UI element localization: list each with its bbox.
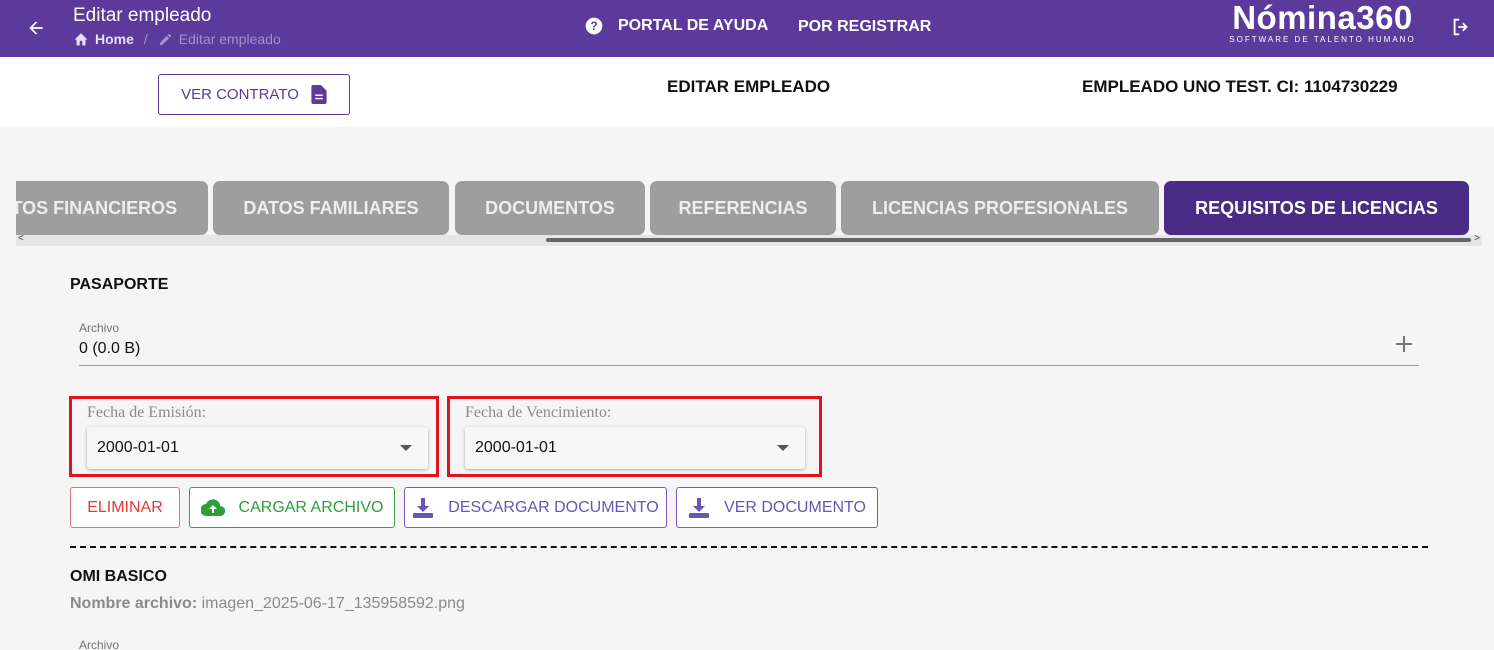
add-file-icon[interactable]	[1393, 333, 1415, 355]
tab-professional-licenses[interactable]: LICENCIAS PROFESIONALES	[841, 181, 1159, 235]
emission-date-label: Fecha de Emisión:	[87, 404, 207, 421]
expiry-date-value: 2000-01-01	[475, 439, 557, 456]
home-icon	[74, 33, 88, 46]
file-field-value: 0 (0.0 B)	[79, 340, 141, 357]
file-field-underline	[79, 365, 1419, 366]
download-document-button[interactable]: DESCARGAR DOCUMENTO	[404, 487, 667, 528]
chevron-down-icon	[400, 445, 412, 451]
view-contract-label: VER CONTRATO	[181, 86, 299, 103]
emission-date-highlight: Fecha de Emisión: 2000-01-01	[69, 396, 439, 477]
logo-tagline: SOFTWARE DE TALENTO HUMANO	[1229, 35, 1416, 44]
upload-file-button[interactable]: CARGAR ARCHIVO	[189, 487, 395, 528]
download-icon	[413, 497, 434, 518]
logout-button[interactable]	[1450, 16, 1474, 40]
scroll-right-icon[interactable]: >	[1474, 233, 1480, 244]
download-document-label: DESCARGAR DOCUMENTO	[448, 498, 659, 516]
breadcrumb-home-link[interactable]: Home	[95, 31, 134, 47]
help-circle-icon: ?	[585, 17, 603, 35]
help-portal-label: PORTAL DE AYUDA	[618, 17, 769, 34]
section-heading: EDITAR EMPLEADO	[667, 77, 831, 96]
omi-filename: Nombre archivo: imagen_2025-06-17_135958…	[70, 595, 465, 613]
tab-documents[interactable]: DOCUMENTOS	[455, 181, 645, 235]
file-field-label: Archivo	[79, 321, 120, 335]
pencil-icon	[159, 33, 171, 45]
logo-name: Nómina360	[1232, 0, 1413, 36]
chevron-down-icon	[777, 445, 789, 451]
employee-tabs: DATOS FINANCIEROS DATOS FAMILIARES DOCUM…	[16, 181, 1482, 235]
view-document-label: VER DOCUMENTO	[724, 498, 866, 516]
emission-date-select[interactable]: 2000-01-01	[87, 427, 428, 469]
breadcrumb-current: Editar empleado	[178, 31, 281, 47]
employee-info: EMPLEADO UNO TEST. CI: 1104730229	[1082, 77, 1398, 96]
delete-label: ELIMINAR	[87, 498, 163, 516]
top-app-bar: Editar empleado Home / Editar empleado ?…	[0, 0, 1494, 57]
view-document-button[interactable]: VER DOCUMENTO	[676, 487, 878, 528]
filename-value: imagen_2025-06-17_135958592.png	[201, 595, 465, 612]
delete-button[interactable]: ELIMINAR	[70, 487, 180, 528]
cloud-upload-icon	[200, 498, 225, 516]
breadcrumb: Home / Editar empleado	[73, 31, 281, 47]
omi-section-title: OMI BASICO	[70, 568, 167, 585]
tab-family-data[interactable]: DATOS FAMILIARES	[213, 181, 449, 235]
logout-icon	[1453, 18, 1468, 36]
svg-text:?: ?	[590, 20, 597, 33]
emission-date-value: 2000-01-01	[97, 439, 179, 456]
view-contract-button[interactable]: VER CONTRATO	[158, 74, 350, 115]
back-button[interactable]	[22, 14, 50, 42]
expiry-date-label: Fecha de Vencimiento:	[465, 404, 612, 421]
omi-file-field[interactable]: Archivo	[79, 638, 1419, 650]
brand-logo: Nómina360 SOFTWARE DE TALENTO HUMANO	[1220, 0, 1425, 44]
filename-label: Nombre archivo:	[70, 595, 198, 612]
help-portal-link[interactable]: ? PORTAL DE AYUDA	[584, 16, 768, 36]
tab-license-requirements[interactable]: REQUISITOS DE LICENCIAS	[1164, 181, 1469, 235]
employee-header: VER CONTRATO EDITAR EMPLEADO EMPLEADO UN…	[0, 57, 1494, 127]
file-field-label: Archivo	[79, 638, 120, 650]
upload-file-label: CARGAR ARCHIVO	[238, 498, 384, 516]
tab-financial-data[interactable]: DATOS FINANCIEROS	[16, 181, 208, 235]
tabs-scrollbar[interactable]: < >	[16, 233, 1482, 246]
breadcrumb-separator: /	[143, 31, 148, 47]
download-icon	[689, 497, 710, 518]
pending-registration-link[interactable]: POR REGISTRAR	[798, 18, 931, 36]
document-icon	[311, 85, 327, 104]
section-divider	[70, 546, 1428, 548]
expiry-date-select[interactable]: 2000-01-01	[465, 427, 805, 469]
tab-references[interactable]: REFERENCIAS	[650, 181, 836, 235]
scroll-left-icon[interactable]: <	[18, 233, 24, 244]
scrollbar-thumb[interactable]	[546, 238, 1471, 242]
expiry-date-highlight: Fecha de Vencimiento: 2000-01-01	[447, 396, 822, 477]
passport-section-title: PASAPORTE	[70, 276, 169, 293]
page-title: Editar empleado	[73, 5, 212, 26]
passport-file-field[interactable]: Archivo 0 (0.0 B)	[79, 321, 1419, 366]
arrow-left-icon	[29, 21, 43, 35]
